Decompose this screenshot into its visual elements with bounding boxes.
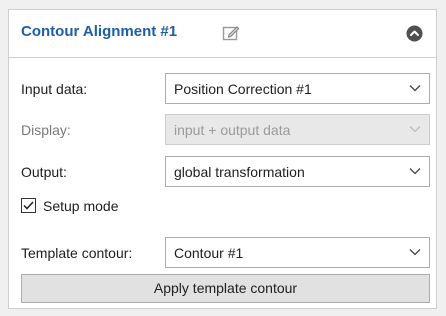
input-data-label: Input data: — [21, 81, 88, 97]
template-contour-label: Template contour: — [21, 245, 133, 261]
display-select: input + output data — [165, 114, 430, 145]
chevron-down-icon — [409, 168, 421, 175]
display-label: Display: — [21, 122, 71, 138]
chevron-up-circle-icon[interactable] — [406, 25, 423, 42]
header-divider — [9, 57, 436, 58]
contour-alignment-panel: Contour Alignment #1 Input data: Positio… — [8, 9, 437, 309]
setup-mode-checkbox[interactable] — [21, 198, 36, 213]
chevron-down-icon — [409, 85, 421, 92]
output-value: global transformation — [174, 164, 305, 180]
checkmark-icon — [23, 201, 34, 210]
panel-header: Contour Alignment #1 — [9, 10, 436, 58]
setup-mode-label[interactable]: Setup mode — [43, 198, 119, 214]
pencil-edit-icon[interactable] — [222, 24, 240, 42]
output-select[interactable]: global transformation — [165, 156, 430, 187]
display-value: input + output data — [174, 122, 291, 138]
template-contour-select[interactable]: Contour #1 — [165, 237, 430, 268]
template-contour-value: Contour #1 — [174, 245, 244, 261]
input-data-select[interactable]: Position Correction #1 — [165, 73, 430, 104]
input-data-value: Position Correction #1 — [174, 81, 312, 97]
chevron-down-icon — [409, 126, 421, 133]
chevron-down-icon — [409, 249, 421, 256]
panel-title: Contour Alignment #1 — [21, 23, 178, 40]
apply-template-contour-button[interactable]: Apply template contour — [21, 274, 430, 303]
output-label: Output: — [21, 164, 67, 180]
